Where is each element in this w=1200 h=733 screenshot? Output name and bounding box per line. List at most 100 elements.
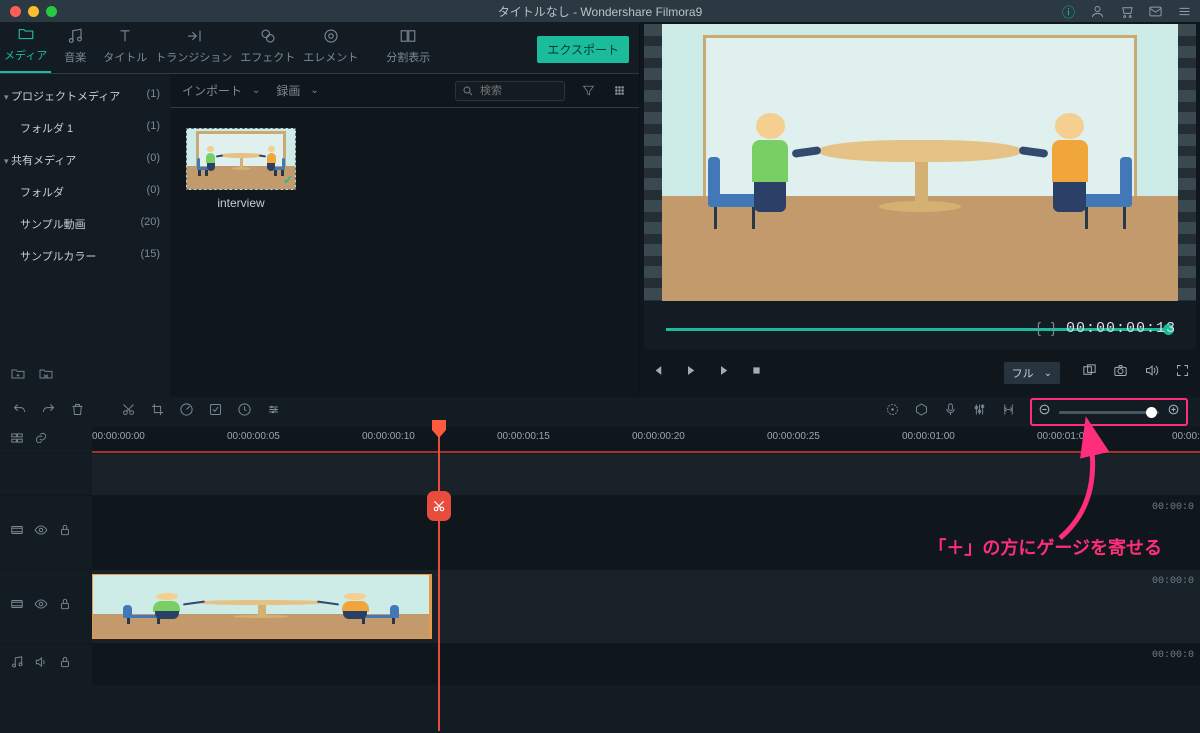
preview-canvas[interactable]: { } 00:00:00:13 [644,24,1196,349]
zoom-out-button[interactable] [1038,403,1051,421]
sidebar-item-folder1[interactable]: フォルダ 1(1) [0,112,170,144]
maximize-window-button[interactable] [46,6,57,17]
settings-button[interactable] [266,402,281,422]
video-track-1[interactable]: interview 00:00:0 [0,569,1200,643]
voiceover-button[interactable] [943,402,958,422]
zoom-slider[interactable] [1059,411,1159,414]
video-track-icon [10,523,24,542]
ruler-tick: 00:00:00:15 [497,431,550,442]
delete-folder-icon[interactable] [38,366,54,387]
search-icon [462,85,474,97]
ruler-tick: 00:00:00:10 [362,431,415,442]
undo-button[interactable] [12,402,27,422]
ruler-tick: 00:00:00:00 [92,431,145,442]
prev-frame-button[interactable] [650,363,665,383]
marker-out-icon[interactable]: } [1051,320,1056,337]
volume-icon[interactable] [1144,363,1159,383]
tab-audio[interactable]: 音楽 [51,21,99,73]
track-body[interactable]: interview 00:00:0 [92,570,1200,643]
filter-icon[interactable] [581,83,596,98]
tab-media-label: メディア [4,47,47,63]
stop-button[interactable] [749,363,764,383]
film-strip-edge [644,24,662,301]
lock-toggle[interactable] [58,523,72,542]
tab-audio-label: 音楽 [64,49,86,65]
mute-toggle[interactable] [34,655,48,674]
info-icon[interactable]: ⓘ [1061,4,1076,19]
cart-icon[interactable] [1119,4,1134,19]
link-icon[interactable] [34,431,48,450]
thumbnail-label: interview [217,196,264,210]
sidebar-item-sample-video[interactable]: サンプル動画(20) [0,208,170,240]
zoom-in-button[interactable] [1167,403,1180,421]
check-icon: ✓ [283,173,293,187]
options-icon[interactable] [1177,4,1192,19]
preview-quality-dropdown[interactable]: フル⌄ [1004,362,1060,384]
timeline-clip[interactable]: interview [92,574,432,639]
cut-at-playhead-button[interactable] [427,491,451,521]
tab-effect[interactable]: エフェクト [236,21,299,73]
chevron-down-icon: ⌄ [310,85,318,96]
camera-icon[interactable] [1113,363,1128,383]
marker-in-icon[interactable]: { [1036,320,1041,337]
tab-title[interactable]: タイトル [99,21,151,73]
export-button[interactable]: エクスポート [537,36,629,63]
media-thumbnail[interactable]: ✓ interview [186,128,296,210]
import-dropdown[interactable]: インポート⌄ [182,82,260,99]
track-end-time: 00:00:0 [1152,576,1194,587]
timeline-ruler[interactable]: 00:00:00:00 00:00:00:05 00:00:00:10 00:0… [92,427,1200,453]
playhead-handle[interactable] [430,418,448,442]
tab-split-view[interactable]: 分割表示 [382,21,434,73]
media-search[interactable] [455,81,565,101]
fit-button[interactable] [1001,402,1016,422]
sidebar-item-shared-media[interactable]: 共有メディア(0) [0,144,170,176]
fullscreen-icon[interactable] [1175,363,1190,383]
visibility-toggle[interactable] [34,597,48,616]
audio-track-1[interactable]: 00:00:0 [0,643,1200,685]
crop-button[interactable] [150,402,165,422]
close-window-button[interactable] [10,6,21,17]
ruler-tick: 00:00:00:20 [632,431,685,442]
track-body[interactable]: 00:00:0 [92,644,1200,685]
account-icon[interactable] [1090,4,1105,19]
render-button[interactable] [885,402,900,422]
sidebar-item-sample-color[interactable]: サンプルカラー(15) [0,240,170,272]
preview-timecode: 00:00:00:13 [1066,320,1176,337]
duration-button[interactable] [237,402,252,422]
tab-transition[interactable]: トランジション [151,21,236,73]
color-button[interactable] [208,402,223,422]
tab-effect-label: エフェクト [240,49,295,65]
mixer-button[interactable] [972,402,987,422]
snapshot-compare-icon[interactable] [1082,363,1097,383]
record-dropdown[interactable]: 録画⌄ [276,82,318,99]
minimize-window-button[interactable] [28,6,39,17]
chevron-down-icon: ⌄ [252,85,260,96]
speed-button[interactable] [179,402,194,422]
visibility-toggle[interactable] [34,523,48,542]
video-track-icon [10,597,24,616]
grid-view-icon[interactable] [612,83,627,98]
manage-tracks-icon[interactable] [10,431,24,450]
delete-button[interactable] [70,402,85,422]
sidebar-item-project-media[interactable]: プロジェクトメディア(1) [0,80,170,112]
play-button[interactable] [716,363,731,383]
timeline-playhead[interactable] [438,425,440,731]
marker-button[interactable] [914,402,929,422]
ruler-tick: 00:00:00:05 [227,431,280,442]
cut-button[interactable] [121,402,136,422]
lock-toggle[interactable] [58,597,72,616]
window-titlebar: タイトルなし - Wondershare Filmora9 ⓘ [0,0,1200,22]
new-folder-icon[interactable] [10,366,26,387]
message-icon[interactable] [1148,4,1163,19]
tab-element[interactable]: エレメント [299,21,362,73]
tab-media[interactable]: メディア [0,19,51,73]
timeline-toolbar [0,397,1200,427]
play-pause-button[interactable] [683,363,698,383]
timeline-head-controls [0,427,92,453]
window-title: タイトルなし - Wondershare Filmora9 [498,3,703,20]
lock-toggle[interactable] [58,655,72,674]
redo-button[interactable] [41,402,56,422]
search-input[interactable] [480,85,550,97]
track-spacer [0,453,1200,495]
sidebar-item-folder[interactable]: フォルダ(0) [0,176,170,208]
